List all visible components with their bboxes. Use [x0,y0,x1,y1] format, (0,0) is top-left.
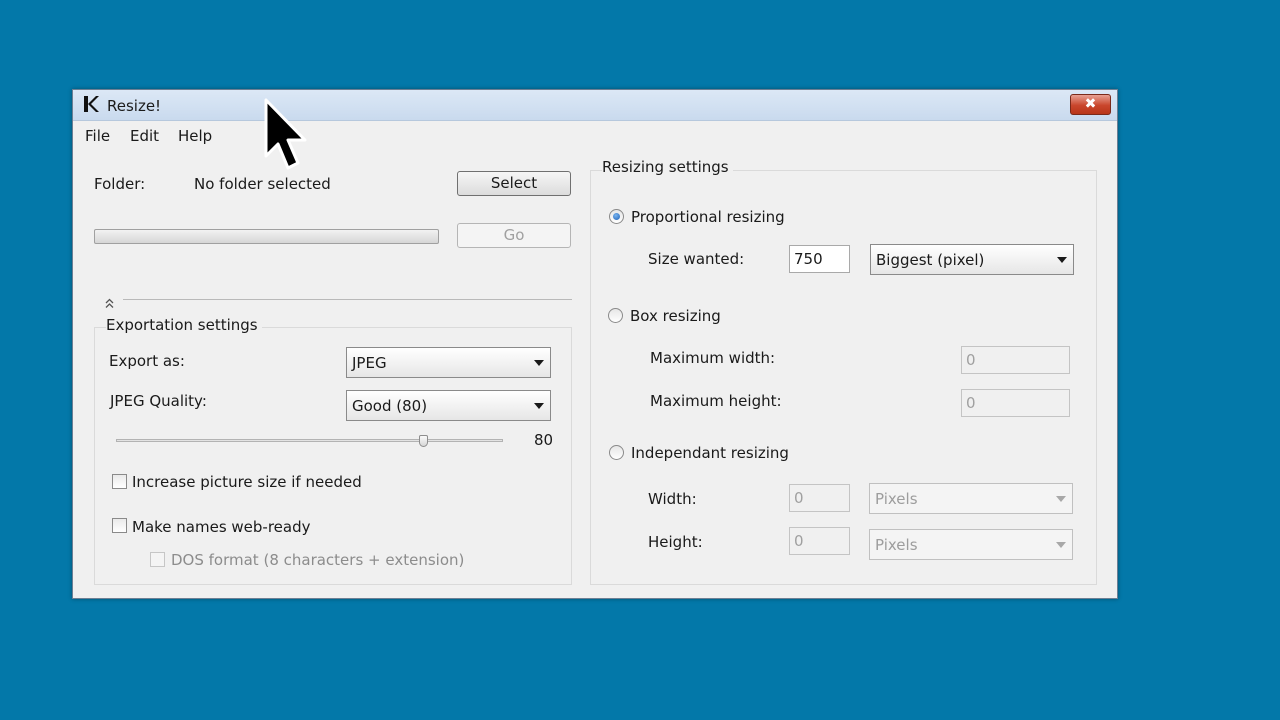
window-title: Resize! [107,97,162,115]
web-ready-checkbox[interactable] [112,518,127,533]
width-label: Width: [648,490,697,508]
mouse-pointer-icon [264,98,307,170]
export-format-value: JPEG [352,354,387,372]
height-label: Height: [648,533,703,551]
progress-bar [94,229,439,244]
max-width-label: Maximum width: [650,349,776,367]
size-wanted-value: 750 [794,250,823,268]
max-width-value: 0 [966,351,976,369]
width-unit-value: Pixels [875,490,918,508]
menu-file[interactable]: File [85,127,110,145]
section-divider [123,299,572,300]
max-height-value: 0 [966,394,976,412]
jpeg-quality-value: Good (80) [352,397,428,415]
chevron-down-icon [534,360,544,366]
max-height-label: Maximum height: [650,392,782,410]
resizing-settings-group [590,170,1097,585]
size-mode-value: Biggest (pixel) [876,251,985,269]
height-unit-dropdown[interactable]: Pixels [869,529,1073,560]
menu-bar: File Edit Help [73,121,1117,149]
height-input[interactable]: 0 [789,527,850,555]
menu-help[interactable]: Help [178,127,212,145]
proportional-resizing-radio[interactable] [609,209,624,224]
close-button[interactable]: ✖ [1070,94,1111,115]
independant-resizing-label[interactable]: Independant resizing [631,444,789,462]
collapse-arrows-icon[interactable] [105,298,114,309]
max-height-input[interactable]: 0 [961,389,1070,417]
go-button[interactable]: Go [457,223,571,248]
title-bar[interactable]: Resize! ✖ [73,90,1117,121]
dos-format-label[interactable]: DOS format (8 characters + extension) [171,551,464,569]
quality-slider-thumb[interactable] [419,435,428,447]
jpeg-quality-label: JPEG Quality: [110,392,207,410]
select-folder-button[interactable]: Select [457,171,571,196]
box-resizing-label[interactable]: Box resizing [630,307,721,325]
dos-format-checkbox[interactable] [150,552,165,567]
folder-label: Folder: [94,175,146,193]
chevron-down-icon [1056,496,1066,502]
k-logo-icon [84,96,99,112]
width-value: 0 [794,489,804,507]
quality-slider-track[interactable] [116,439,503,442]
menu-edit[interactable]: Edit [130,127,159,145]
resizing-settings-title: Resizing settings [602,158,733,176]
radio-selected-dot [613,213,620,220]
export-as-label: Export as: [109,352,185,370]
jpeg-quality-dropdown[interactable]: Good (80) [346,390,551,421]
width-unit-dropdown[interactable]: Pixels [869,483,1073,514]
chevron-down-icon [1057,257,1067,263]
quality-slider-value: 80 [534,431,554,449]
chevron-down-icon [1056,542,1066,548]
size-mode-dropdown[interactable]: Biggest (pixel) [870,244,1074,275]
width-input[interactable]: 0 [789,484,850,512]
proportional-resizing-label[interactable]: Proportional resizing [631,208,785,226]
chevron-down-icon [534,403,544,409]
box-resizing-radio[interactable] [608,308,623,323]
resize-window: Resize! ✖ File Edit Help Folder: No fold… [72,89,1118,599]
height-unit-value: Pixels [875,536,918,554]
exportation-settings-title: Exportation settings [106,316,262,334]
independant-resizing-radio[interactable] [609,445,624,460]
size-wanted-input[interactable]: 750 [789,245,850,273]
increase-size-label[interactable]: Increase picture size if needed [132,473,362,491]
height-value: 0 [794,532,804,550]
web-ready-label[interactable]: Make names web-ready [132,518,311,536]
folder-path: No folder selected [194,175,331,193]
increase-size-checkbox[interactable] [112,474,127,489]
max-width-input[interactable]: 0 [961,346,1070,374]
export-format-dropdown[interactable]: JPEG [346,347,551,378]
size-wanted-label: Size wanted: [648,250,745,268]
close-icon: ✖ [1084,96,1097,112]
